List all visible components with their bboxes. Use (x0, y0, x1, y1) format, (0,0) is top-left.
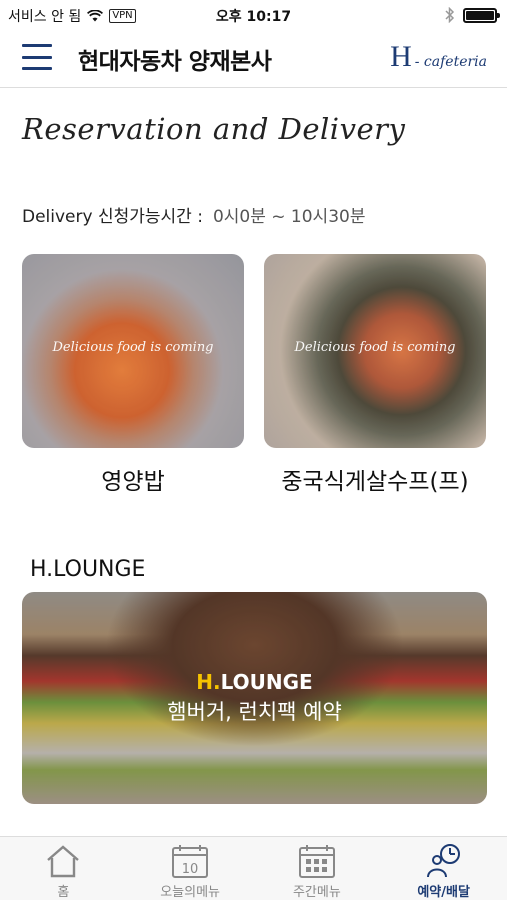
calendar-day-number: 10 (182, 862, 199, 877)
brand-logo: H - cafeteria (390, 40, 487, 74)
tab-weekly-menu[interactable]: 주간메뉴 (254, 837, 381, 900)
delivery-time-label: Delivery 신청가능시간 : (22, 207, 203, 227)
tab-home-label: 홈 (57, 885, 70, 900)
status-time: 오후 10:17 (215, 9, 292, 25)
calendar-day-icon: 10 (170, 843, 210, 879)
brand-logo-h: H (390, 40, 412, 73)
battery-icon (463, 7, 500, 23)
menu-name-1[interactable]: 영양밥 (22, 462, 244, 496)
tab-weekly-menu-label: 주간메뉴 (292, 885, 341, 900)
delivery-time: Delivery 신청가능시간 : 0시0분 ~ 10시30분 (22, 202, 365, 227)
menu-card-1[interactable]: Delicious food is coming (22, 254, 244, 448)
calendar-week-icon (297, 843, 337, 879)
page-title: 현대자동차 양재본사 (78, 49, 272, 75)
banner-text: H.LOUNGE 햄버거, 런치팩 예약 (22, 670, 487, 726)
bluetooth-icon (445, 7, 455, 23)
menu-line-icon (22, 44, 52, 47)
tab-home[interactable]: 홈 (0, 837, 127, 900)
hamburger-menu-button[interactable] (22, 44, 52, 70)
tab-bar: 홈 10 오늘의메뉴 주간메뉴 예약/배달 (0, 836, 507, 900)
banner-brand: H.LOUNGE (22, 670, 487, 694)
menu-name-2[interactable]: 중국식게살수프(프) (264, 462, 486, 496)
banner-brand-rest: LOUNGE (220, 670, 313, 694)
card-overlay-text: Delicious food is coming (294, 340, 456, 355)
tab-today-menu[interactable]: 10 오늘의메뉴 (127, 837, 254, 900)
home-icon (43, 843, 83, 879)
banner-tagline: 햄버거, 런치팩 예약 (167, 700, 342, 724)
lounge-heading: H.LOUNGE (30, 557, 146, 582)
tab-reservation-delivery-label: 예약/배달 (417, 885, 470, 900)
status-bar: 서비스 안 됨 VPN 오후 10:17 (0, 0, 507, 30)
menu-card-2[interactable]: Delicious food is coming (264, 254, 486, 448)
card-overlay-text: Delicious food is coming (52, 340, 214, 355)
menu-line-icon (22, 55, 52, 59)
brand-logo-sub: - cafeteria (414, 54, 487, 70)
banner-brand-h: H. (196, 670, 221, 694)
tab-today-menu-label: 오늘의메뉴 (160, 885, 221, 900)
tab-reservation-delivery[interactable]: 예약/배달 (380, 837, 507, 900)
menu-line-icon (22, 67, 52, 70)
lounge-banner[interactable]: H.LOUNGE 햄버거, 런치팩 예약 (22, 592, 487, 804)
status-right (445, 7, 500, 23)
clock-person-icon (424, 843, 464, 879)
app-header: 현대자동차 양재본사 H - cafeteria (0, 30, 507, 88)
section-title: Reservation and Delivery (22, 112, 406, 146)
delivery-time-value: 0시0분 ~ 10시30분 (212, 207, 366, 227)
